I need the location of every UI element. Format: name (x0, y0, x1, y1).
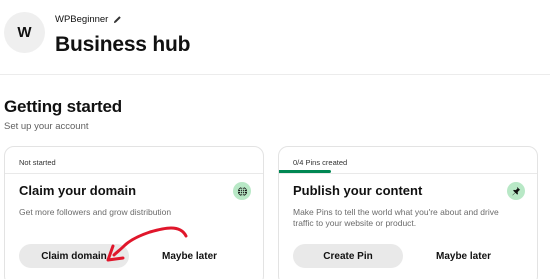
card-status: 0/4 Pins created (293, 158, 348, 167)
card-title: Claim your domain (19, 183, 137, 198)
card-divider (5, 173, 263, 174)
globe-icon (233, 182, 251, 200)
avatar-letter: W (17, 24, 32, 41)
maybe-later-button[interactable]: Maybe later (436, 244, 491, 268)
card-status: Not started (19, 158, 56, 167)
claim-domain-button[interactable]: Claim domain (19, 244, 129, 268)
page-title: Business hub (55, 33, 191, 56)
section-title: Getting started (4, 97, 122, 116)
publish-content-card: 0/4 Pins created Publish your content Ma… (278, 146, 538, 279)
maybe-later-button[interactable]: Maybe later (162, 244, 217, 268)
card-divider (279, 173, 537, 174)
card-description: Get more followers and grow distribution (19, 207, 172, 217)
section-subtitle: Set up your account (4, 121, 89, 132)
account-name: WPBeginner (55, 14, 122, 25)
create-pin-button[interactable]: Create Pin (293, 244, 403, 268)
account-name-label: WPBeginner (55, 14, 109, 25)
header-divider (0, 74, 550, 75)
avatar[interactable]: W (4, 12, 45, 53)
pencil-icon[interactable] (113, 15, 122, 24)
card-description: Make Pins to tell the world what you're … (293, 207, 499, 228)
card-title: Publish your content (293, 183, 423, 198)
pin-icon (507, 182, 525, 200)
claim-domain-card: Not started Claim your domain Get more f… (4, 146, 264, 279)
